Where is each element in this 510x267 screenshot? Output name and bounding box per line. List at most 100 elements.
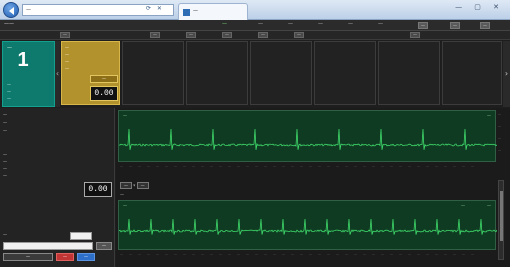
y-tick: — bbox=[498, 112, 501, 116]
card-line: — bbox=[65, 66, 69, 71]
x-tick-label: — bbox=[453, 252, 456, 256]
header-chip[interactable]: — bbox=[480, 22, 490, 29]
dropdown-chevron-icon[interactable]: ▾ bbox=[133, 183, 135, 188]
x-tick-label: — bbox=[408, 252, 411, 256]
action-button[interactable]: — bbox=[77, 253, 95, 261]
detail-input[interactable] bbox=[3, 242, 93, 250]
x-tick-label: — bbox=[120, 252, 123, 256]
x-tick-label: — bbox=[282, 164, 285, 168]
detail-line: — bbox=[3, 112, 7, 117]
patient-counter[interactable]: — 1 — — — bbox=[2, 41, 55, 107]
scroll-left-icon[interactable]: ‹ bbox=[55, 41, 60, 107]
x-tick-label: — bbox=[237, 252, 240, 256]
x-tick-label: — bbox=[219, 252, 222, 256]
x-tick-label: — bbox=[165, 252, 168, 256]
filter-chip[interactable]: — bbox=[222, 32, 232, 38]
x-tick-label: — bbox=[471, 252, 474, 256]
x-tick-label: — bbox=[381, 164, 384, 168]
x-tick-label: — bbox=[471, 164, 474, 168]
chart-toolbar: — ▾ — bbox=[120, 182, 149, 190]
waveform-plot-bottom[interactable]: — — — bbox=[118, 200, 497, 250]
x-tick-label: — bbox=[390, 252, 393, 256]
x-tick-label: — bbox=[138, 252, 141, 256]
x-tick-label: — bbox=[300, 164, 303, 168]
x-tick-label: — bbox=[147, 164, 150, 168]
x-tick-label: — bbox=[192, 164, 195, 168]
waveform-trace bbox=[119, 218, 497, 235]
filter-chip[interactable]: — bbox=[150, 32, 160, 38]
waveform-plot-top[interactable]: — — bbox=[118, 110, 497, 162]
filter-chip[interactable]: — bbox=[186, 32, 196, 38]
card-line: — bbox=[65, 45, 69, 50]
x-tick-label: — bbox=[381, 252, 384, 256]
x-tick-label: — bbox=[399, 252, 402, 256]
back-arrow-icon[interactable] bbox=[3, 2, 19, 18]
x-tick-label: — bbox=[336, 164, 339, 168]
address-tools-icon[interactable]: ⟳ ✕ bbox=[146, 5, 164, 12]
card-line: — bbox=[65, 59, 69, 64]
filter-chip[interactable]: — bbox=[410, 32, 420, 38]
monitor-card-empty[interactable] bbox=[442, 41, 502, 105]
x-tick-label: — bbox=[417, 252, 420, 256]
apply-button[interactable]: — bbox=[96, 242, 112, 250]
x-tick-label: — bbox=[435, 164, 438, 168]
monitor-card-empty[interactable] bbox=[250, 41, 312, 105]
monitor-card-empty[interactable] bbox=[186, 41, 248, 105]
x-tick-label: — bbox=[372, 164, 375, 168]
browser-tab[interactable]: — bbox=[178, 3, 248, 20]
scrollbar-thumb[interactable] bbox=[500, 191, 503, 241]
header-chip[interactable]: — bbox=[450, 22, 460, 29]
x-axis-ticks: — — — — — — — — — — — — — — — — — — — — — — — — — — — — — — — — — — — — — — — — bbox=[120, 252, 496, 258]
x-tick-label: — bbox=[399, 164, 402, 168]
x-tick-label: — bbox=[309, 252, 312, 256]
x-tick-label: — bbox=[129, 164, 132, 168]
header-item[interactable]: — bbox=[348, 21, 353, 27]
speed-select[interactable]: — bbox=[136, 182, 149, 189]
monitor-card-empty[interactable] bbox=[378, 41, 440, 105]
header-item[interactable]: — bbox=[288, 21, 293, 27]
chart-options[interactable]: — bbox=[120, 192, 124, 200]
card-badge: — bbox=[90, 75, 118, 83]
window-controls-icon[interactable]: — ▢ ✕ bbox=[455, 3, 504, 11]
filter-chip[interactable]: — bbox=[258, 32, 268, 38]
panel-button[interactable]: — bbox=[3, 253, 53, 261]
scroll-right-icon[interactable]: › bbox=[503, 41, 510, 107]
detail-line: — bbox=[3, 159, 7, 164]
x-tick-label: — bbox=[228, 252, 231, 256]
x-tick-label: — bbox=[273, 252, 276, 256]
x-tick-label: — bbox=[228, 164, 231, 168]
monitor-card-empty[interactable] bbox=[122, 41, 184, 105]
x-tick-label: — bbox=[264, 164, 267, 168]
app-header: —— — — — — — — — — — bbox=[0, 20, 510, 31]
header-item[interactable]: — bbox=[318, 21, 323, 27]
card-line: — bbox=[65, 52, 69, 57]
filter-chip[interactable]: — bbox=[60, 32, 70, 38]
x-tick-label: — bbox=[219, 164, 222, 168]
lead-select[interactable]: — bbox=[120, 182, 132, 189]
x-tick-label: — bbox=[444, 164, 447, 168]
x-tick-label: — bbox=[345, 252, 348, 256]
header-chip[interactable]: — bbox=[418, 22, 428, 29]
card-value: 0.00 bbox=[90, 86, 118, 101]
x-tick-label: — bbox=[138, 164, 141, 168]
x-tick-label: — bbox=[426, 164, 429, 168]
monitor-card-selected[interactable]: — — — — — 0.00 bbox=[61, 41, 120, 105]
counter-value: 1 bbox=[17, 49, 29, 71]
header-item[interactable]: — bbox=[258, 21, 263, 27]
filter-chip[interactable]: — bbox=[294, 32, 304, 38]
x-tick-label: — bbox=[273, 164, 276, 168]
waveform-line bbox=[119, 128, 497, 150]
x-tick-label: — bbox=[327, 164, 330, 168]
x-tick-label: — bbox=[192, 252, 195, 256]
vertical-scrollbar[interactable] bbox=[498, 180, 504, 260]
x-tick-label: — bbox=[237, 164, 240, 168]
x-tick-label: — bbox=[183, 252, 186, 256]
x-tick-label: — bbox=[363, 164, 366, 168]
x-tick-label: — bbox=[453, 164, 456, 168]
x-tick-label: — bbox=[264, 252, 267, 256]
monitor-card-empty[interactable] bbox=[314, 41, 376, 105]
detail-input[interactable] bbox=[70, 232, 92, 240]
header-item[interactable]: — bbox=[378, 21, 383, 27]
alarm-button[interactable]: — bbox=[56, 253, 74, 261]
waveform-line bbox=[119, 218, 497, 235]
